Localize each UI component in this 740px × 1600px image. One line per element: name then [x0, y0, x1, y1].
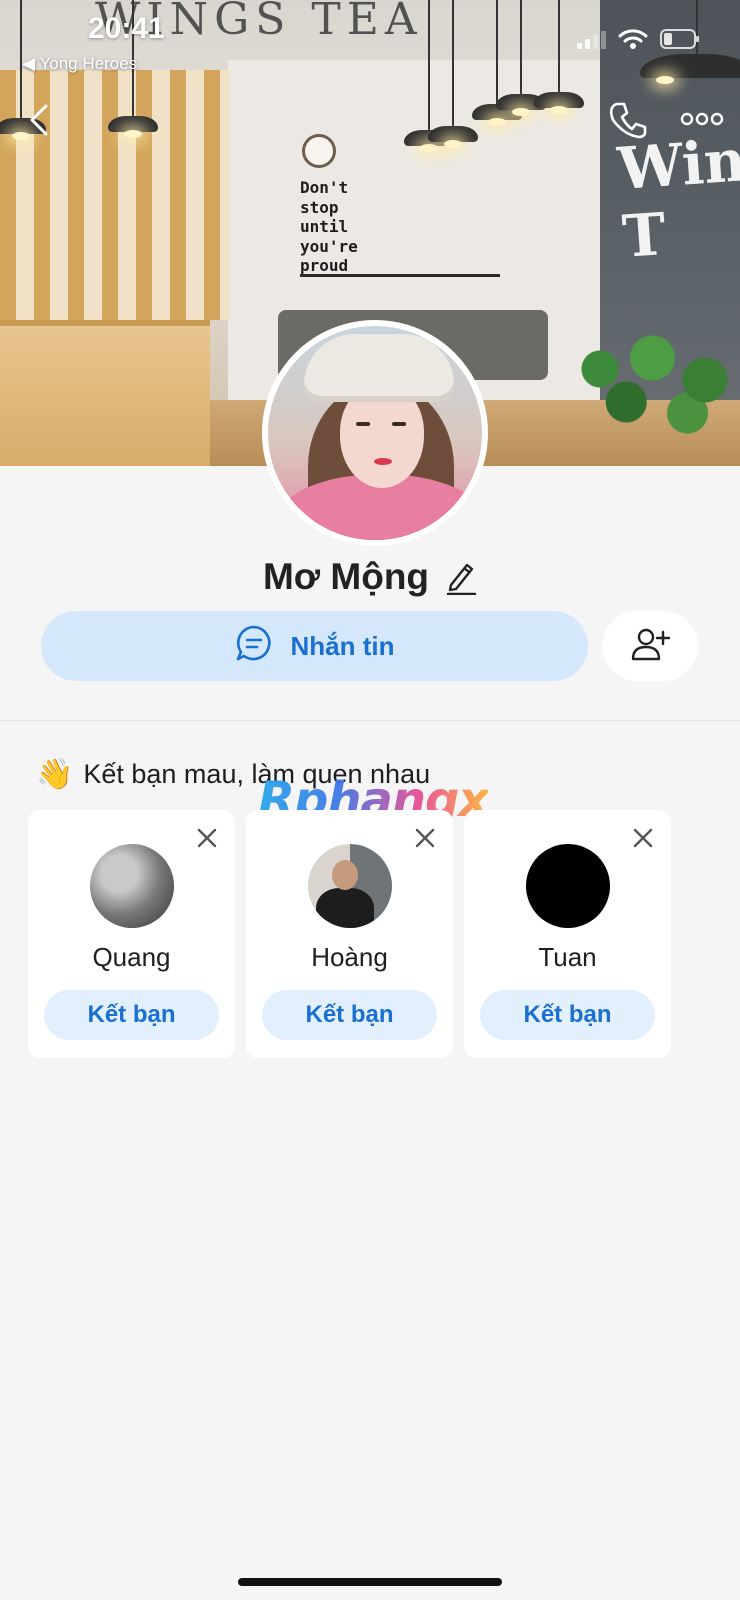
cover-sign-right: Wings T [615, 121, 740, 271]
wifi-icon [618, 28, 648, 50]
avatar-eye [392, 422, 406, 426]
pendant-lamp-cord [496, 0, 498, 104]
home-indicator[interactable] [238, 1578, 502, 1586]
pendant-lamp [640, 54, 740, 84]
avatar-lips [374, 458, 392, 465]
cover-clock [302, 134, 336, 168]
avatar-hat [304, 334, 454, 402]
suggestion-card[interactable]: Hoàng Kết bạn [246, 810, 453, 1058]
pendant-lamp-cord [428, 0, 430, 130]
avatar[interactable] [90, 844, 174, 928]
add-friend-button[interactable] [602, 611, 698, 681]
close-icon[interactable] [629, 824, 657, 852]
avatar[interactable] [526, 844, 610, 928]
chevron-left-icon[interactable] [24, 100, 54, 140]
section-divider [0, 720, 740, 721]
signal-icon [577, 29, 606, 49]
pendant-lamp [534, 92, 584, 114]
status-time: 20:41 [88, 12, 165, 45]
pendant-lamp [428, 126, 478, 148]
suggestion-card[interactable]: Quang Kết bạn [28, 810, 235, 1058]
add-friend-button[interactable]: Kết bạn [262, 990, 437, 1040]
pendant-lamp-cord [558, 0, 560, 92]
status-icons [577, 28, 700, 50]
pendant-lamp [108, 116, 158, 138]
pencil-icon[interactable] [445, 559, 477, 595]
suggestion-name: Hoàng [311, 942, 388, 972]
suggestion-card[interactable]: Tuan Kết bạn [464, 810, 671, 1058]
suggestion-cards: Quang Kết bạn Hoàng Kết bạn Tuan Kết bạn [28, 810, 671, 1058]
suggestion-name: Quang [92, 942, 171, 972]
add-user-icon [630, 626, 671, 667]
cover-quote-underline [300, 274, 500, 277]
cover-plants [565, 325, 740, 435]
avatar-eye [356, 422, 370, 426]
pendant-lamp-cord [452, 0, 454, 126]
pendant-lamp-cord [520, 0, 522, 94]
cover-quote: Don't stop until you're proud [300, 178, 358, 275]
avatar-body [316, 888, 374, 928]
avatar-head [332, 860, 358, 890]
waving-hand-icon: 👋 [36, 758, 74, 791]
close-icon[interactable] [411, 824, 439, 852]
message-button-label: Nhắn tin [290, 630, 395, 661]
cover-counter [0, 320, 210, 466]
message-button[interactable]: Nhắn tin [41, 611, 588, 681]
avatar[interactable] [308, 844, 392, 928]
more-dots-icon[interactable] [680, 106, 724, 132]
battery-icon [660, 28, 700, 50]
profile-avatar[interactable] [262, 320, 488, 546]
profile-name: Mơ Mộng [262, 556, 430, 597]
phone-icon[interactable] [608, 100, 648, 140]
suggestion-name: Tuan [538, 942, 597, 972]
close-icon[interactable] [193, 824, 221, 852]
add-friend-button[interactable]: Kết bạn [480, 990, 655, 1040]
chat-bubble-icon [235, 624, 273, 669]
add-friend-button[interactable]: Kết bạn [44, 990, 219, 1040]
profile-name-row: Mơ Mộng [0, 552, 740, 602]
back-to-app-link[interactable]: ◀ Yong Heroes [22, 54, 137, 74]
